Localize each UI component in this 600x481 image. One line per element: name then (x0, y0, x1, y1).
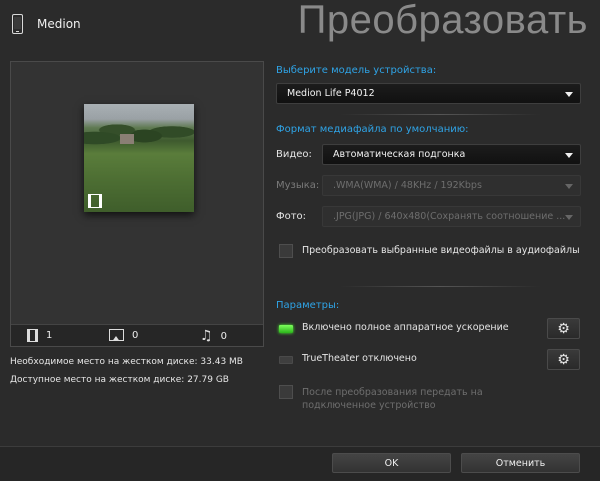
disk-available-text: Доступное место на жестком диске: 27.79 … (10, 375, 229, 385)
device-name: Medion (37, 17, 81, 31)
video-label: Видео: (276, 149, 312, 160)
chevron-down-icon (565, 184, 573, 189)
video-count-value: 1 (46, 330, 53, 341)
photo-count-value: 0 (132, 329, 139, 341)
video-count: 1 (27, 329, 52, 342)
photo-format-value: .JPG(JPG) / 640x480(Сохранять соотношени… (333, 211, 566, 222)
hw-accel-settings-button[interactable]: ⚙ (547, 318, 580, 339)
truetheater-indicator (279, 356, 293, 364)
params-section-label: Параметры: (276, 300, 340, 311)
photo-count-icon (109, 329, 124, 341)
phone-icon (12, 14, 23, 34)
device-model-label: Выберите модель устройства: (276, 65, 437, 76)
ok-button[interactable]: OK (332, 453, 451, 473)
video-format-select[interactable]: Автоматическая подгонка (322, 144, 581, 165)
convert-to-audio-checkbox[interactable] (279, 244, 293, 258)
music-format-value: .WMA(WMA) / 48KHz / 192Kbps (333, 180, 482, 191)
music-format-select: .WMA(WMA) / 48KHz / 192Kbps (322, 175, 581, 196)
gear-icon: ⚙ (557, 320, 570, 337)
thumbnail-trees (84, 114, 194, 154)
divider (340, 286, 540, 287)
transfer-after-convert-label: После преобразования передать на подключ… (302, 387, 483, 411)
film-icon (88, 194, 102, 208)
device-model-value: Medion Life P4012 (287, 88, 375, 99)
media-counts-bar: 1 0 ♫ 0 (11, 324, 263, 346)
page-title: Преобразовать (297, 0, 588, 42)
transfer-after-convert-checkbox (279, 385, 293, 399)
hw-accel-label: Включено полное аппаратное ускорение (302, 322, 509, 333)
music-count-icon: ♫ (200, 328, 213, 344)
truetheater-settings-button[interactable]: ⚙ (547, 349, 580, 370)
photo-count: 0 (109, 329, 138, 341)
divider (340, 114, 540, 115)
convert-to-audio-label: Преобразовать выбранные видеофайлы в ауд… (302, 245, 580, 256)
chevron-down-icon (565, 92, 573, 97)
music-count-value: 0 (220, 330, 227, 342)
disk-required-text: Необходимое место на жестком диске: 33.4… (10, 357, 243, 367)
preview-panel: 1 0 ♫ 0 (10, 61, 264, 347)
photo-label: Фото: (276, 211, 307, 222)
title-bar: Medion Преобразовать (0, 0, 600, 52)
preview-area (11, 62, 263, 326)
truetheater-label: TrueTheater отключено (302, 353, 417, 364)
hw-accel-indicator (279, 325, 293, 333)
music-label: Музыка: (276, 180, 320, 191)
video-thumbnail[interactable] (84, 104, 194, 212)
format-section-label: Формат медиафайла по умолчанию: (276, 124, 469, 135)
video-count-icon (27, 329, 38, 342)
thumbnail-house (120, 134, 134, 144)
gear-icon: ⚙ (557, 351, 570, 368)
chevron-down-icon (565, 153, 573, 158)
video-format-value: Автоматическая подгонка (333, 149, 466, 160)
cancel-button[interactable]: Отменить (461, 453, 580, 473)
photo-format-select: .JPG(JPG) / 640x480(Сохранять соотношени… (322, 206, 581, 227)
music-count: ♫ 0 (200, 329, 227, 343)
chevron-down-icon (565, 215, 573, 220)
device-model-select[interactable]: Medion Life P4012 (276, 83, 581, 104)
